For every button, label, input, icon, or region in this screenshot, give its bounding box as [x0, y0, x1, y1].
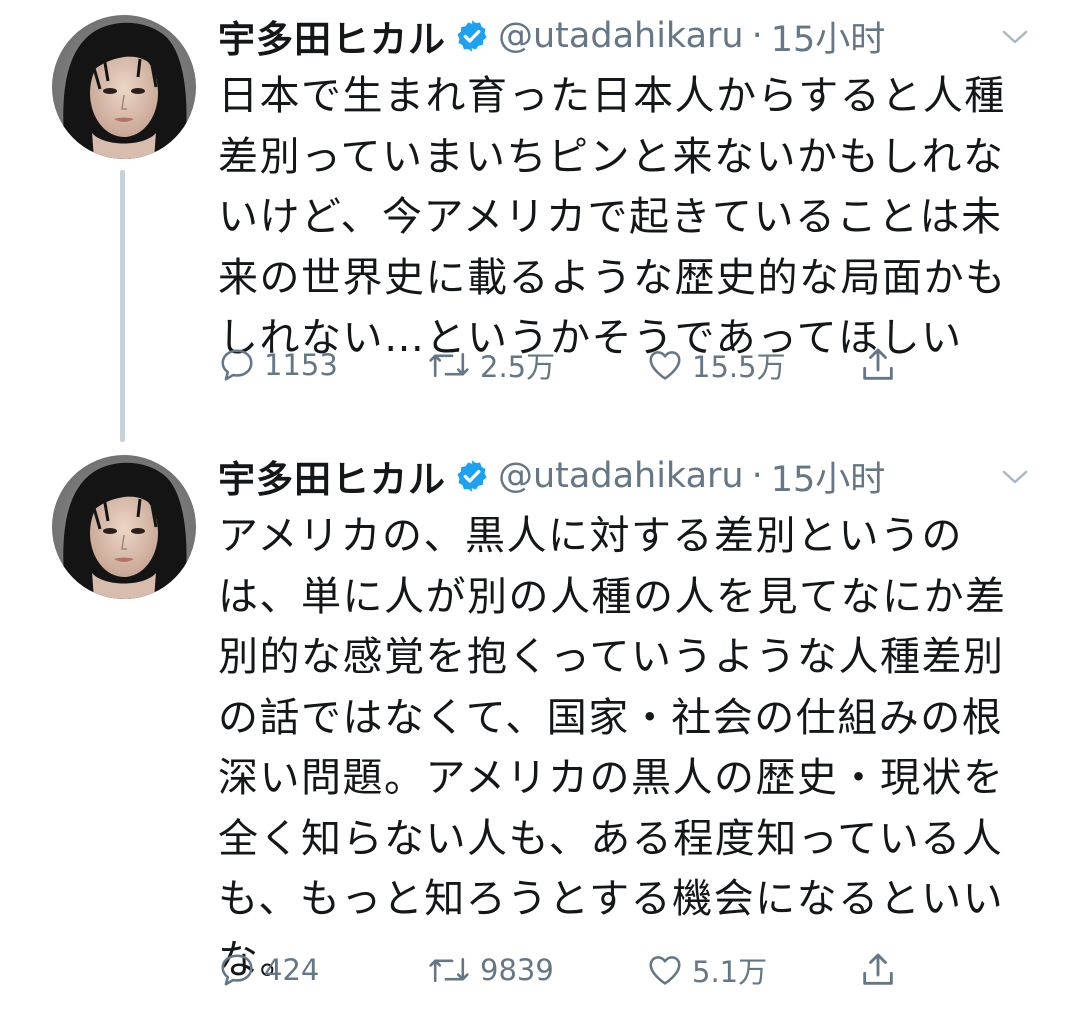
reply-button[interactable]: 424: [218, 945, 319, 995]
reply-bubble-icon: [221, 349, 253, 381]
retweet-count: 9839: [480, 953, 554, 987]
tweet[interactable]: 宇多田ヒカル @utadahikaru · 15小时 アメリカの、黒人に対する差…: [0, 440, 1080, 1010]
retweet-button[interactable]: 2.5万: [426, 340, 555, 390]
chevron-down-icon[interactable]: [1000, 462, 1030, 492]
chevron-down-icon[interactable]: [1000, 22, 1030, 52]
retweet-button[interactable]: 9839: [426, 945, 554, 995]
tweet-time[interactable]: 15小时: [771, 11, 886, 62]
share-icon: [863, 953, 893, 985]
verified-badge-icon: [454, 458, 490, 494]
tweet-actions: 1153 2.5万 15.5万: [218, 340, 1038, 390]
retweet-icon: [429, 957, 469, 983]
share-icon: [863, 348, 893, 380]
tweet-content: 宇多田ヒカル @utadahikaru · 15小时 アメリカの、黒人に対する差…: [218, 450, 1038, 990]
reply-count: 1153: [264, 348, 338, 382]
thread-connector-line: [120, 170, 125, 442]
retweet-icon: [429, 352, 469, 378]
like-button[interactable]: 5.1万: [646, 945, 767, 995]
share-button[interactable]: [858, 340, 906, 390]
share-button[interactable]: [858, 945, 906, 995]
tweet-time[interactable]: 15小时: [771, 451, 886, 502]
author-name[interactable]: 宇多田ヒカル: [218, 449, 446, 503]
like-button[interactable]: 15.5万: [646, 340, 786, 390]
tweet-actions: 424 9839 5.1万: [218, 945, 1038, 995]
tweet-text: アメリカの、黒人に対する差別というのは、単に人が別の人種の人を見てなにか差別的な…: [218, 513, 1007, 983]
tweet-content: 宇多田ヒカル @utadahikaru · 15小时 日本で生まれ育った日本人か…: [218, 10, 1038, 369]
reply-bubble-icon: [221, 954, 253, 986]
avatar[interactable]: [52, 455, 196, 599]
separator-dot: ·: [751, 16, 763, 56]
separator-dot: ·: [751, 456, 763, 496]
retweet-count: 2.5万: [480, 350, 556, 384]
like-count: 15.5万: [692, 350, 786, 384]
author-handle[interactable]: @utadahikaru: [498, 456, 744, 496]
author-name[interactable]: 宇多田ヒカル: [218, 9, 446, 63]
tweet[interactable]: 宇多田ヒカル @utadahikaru · 15小时 日本で生まれ育った日本人か…: [0, 0, 1080, 442]
verified-badge-icon: [454, 18, 490, 54]
tweet-header: 宇多田ヒカル @utadahikaru · 15小时: [218, 10, 1038, 62]
reply-count: 424: [264, 953, 320, 987]
tweet-header: 宇多田ヒカル @utadahikaru · 15小时: [218, 450, 1038, 502]
reply-button[interactable]: 1153: [218, 340, 338, 390]
heart-icon: [649, 351, 681, 380]
heart-icon: [649, 956, 681, 985]
like-count: 5.1万: [692, 955, 768, 989]
avatar[interactable]: [52, 15, 196, 159]
author-handle[interactable]: @utadahikaru: [498, 16, 744, 56]
tweet-text: 日本で生まれ育った日本人からすると人種差別っていまいちピンと来ないかもしれないけ…: [218, 73, 1007, 361]
